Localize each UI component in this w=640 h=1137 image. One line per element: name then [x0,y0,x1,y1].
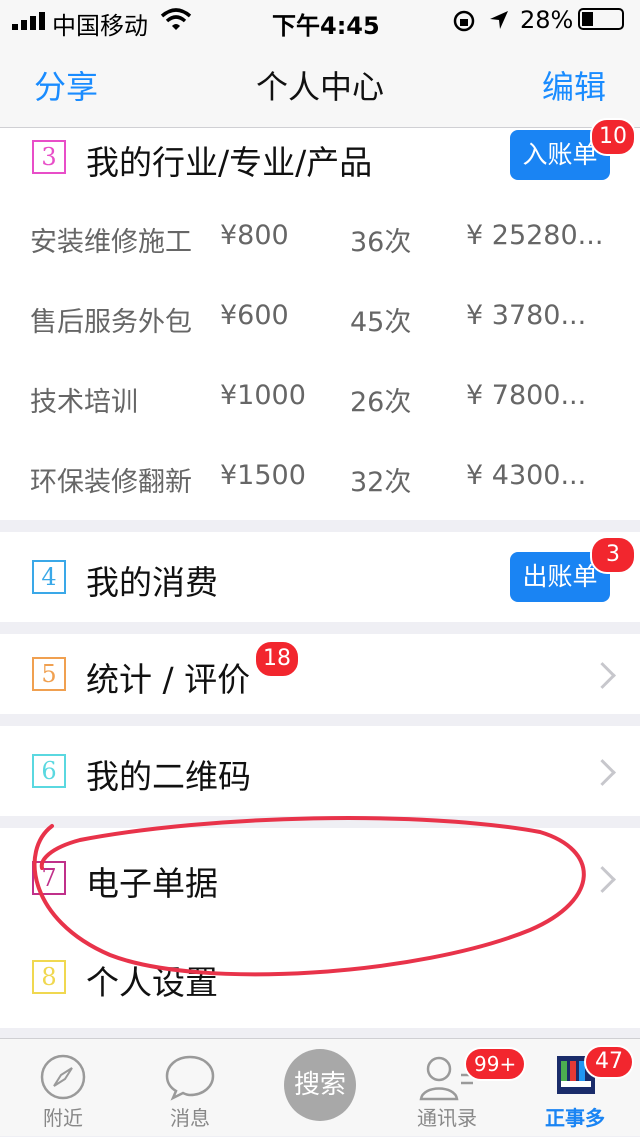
tab-label: 通讯录 [417,1106,477,1130]
tab-label: 消息 [170,1106,210,1130]
tab-label: 正事多 [545,1106,605,1130]
tab-messages[interactable]: 消息 [135,1039,245,1137]
tab-nearby[interactable]: 附近 [8,1039,118,1137]
tab-bar: 附近 消息 搜索 通讯录 99+ 正事多 47 [0,1038,640,1136]
app-badge: 47 [584,1045,634,1079]
search-button[interactable]: 搜索 [284,1049,356,1121]
contacts-badge: 99+ [464,1047,527,1081]
chat-bubble-icon [165,1055,215,1101]
tab-label: 附近 [43,1106,83,1130]
compass-icon [40,1054,86,1100]
annotation-circle [32,816,586,977]
